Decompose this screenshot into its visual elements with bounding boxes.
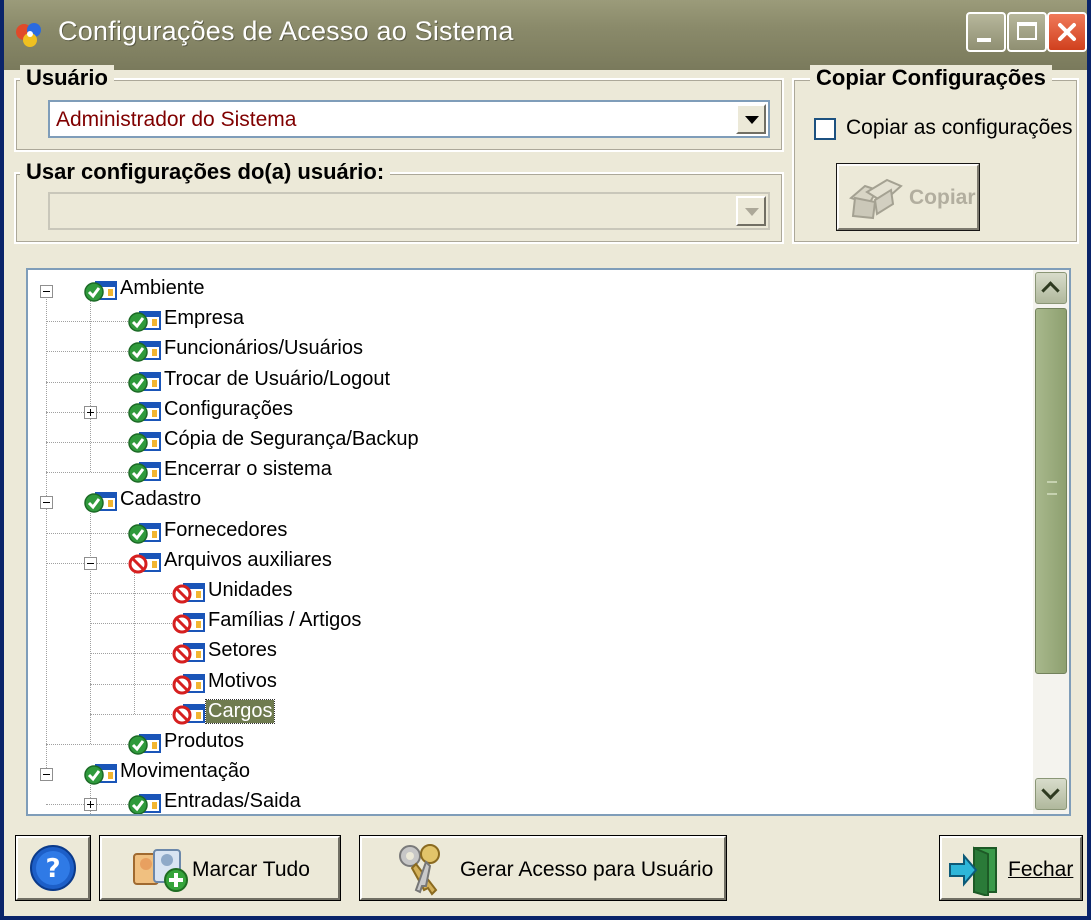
tree-node-label[interactable]: Entradas/Saida	[162, 790, 303, 813]
tree-node-label[interactable]: Movimentação	[118, 760, 252, 783]
green-check-icon	[128, 522, 161, 544]
window-title: Configurações de Acesso ao Sistema	[58, 16, 514, 46]
expand-toggle-icon[interactable]	[84, 405, 97, 419]
expand-toggle-icon[interactable]	[84, 798, 97, 812]
red-prohibited-icon	[172, 703, 205, 725]
scroll-thumb[interactable]	[1035, 308, 1067, 674]
green-check-icon	[84, 281, 117, 302]
tree-node-label[interactable]: Empresa	[162, 307, 246, 330]
title-bar[interactable]: Configurações de Acesso ao Sistema	[4, 0, 1087, 70]
copiar-checkbox-label[interactable]: Copiar as configurações	[846, 116, 1072, 140]
green-check-icon	[128, 432, 161, 453]
tree-node-label[interactable]: Famílias / Artigos	[206, 609, 363, 632]
keys-icon	[399, 844, 440, 896]
main-window: Configurações de Acesso ao Sistema Usuár…	[0, 0, 1091, 920]
collapse-toggle-icon[interactable]	[84, 556, 97, 570]
green-check-icon	[128, 371, 161, 393]
green-check-icon	[128, 401, 161, 423]
usuario-select[interactable]: Administrador do Sistema	[48, 100, 770, 138]
tree-node-label[interactable]: Ambiente	[118, 277, 207, 300]
tree-node-label[interactable]: Configurações	[162, 398, 295, 421]
tree-node-label[interactable]: Motivos	[206, 670, 279, 693]
green-check-icon	[128, 794, 161, 814]
copiar-button[interactable]: Copiar	[836, 163, 980, 231]
permissions-tree[interactable]: Ambiente Empresa Funcionários/Usuários Troc…	[26, 268, 1071, 816]
fechar-button[interactable]: Fechar	[939, 835, 1083, 901]
red-prohibited-icon	[172, 583, 205, 604]
red-prohibited-icon	[172, 643, 205, 664]
copiar-legend: Copiar Configurações	[810, 65, 1052, 91]
tree-node-label[interactable]: Funcionários/Usuários	[162, 337, 365, 360]
help-icon: ?	[30, 845, 76, 891]
gerar-acesso-button[interactable]: Gerar Acesso para Usuário	[359, 835, 727, 901]
tree-connector	[90, 623, 172, 625]
tree-node-label[interactable]: Arquivos auxiliares	[162, 549, 334, 572]
green-check-icon	[84, 492, 117, 514]
tree-connector	[134, 562, 135, 714]
tree-connector	[90, 653, 172, 655]
chevron-down-icon[interactable]	[736, 196, 766, 226]
marcar-tudo-label: Marcar Tudo	[192, 858, 310, 881]
green-check-icon	[128, 734, 161, 755]
close-icon	[1058, 23, 1076, 41]
tree-node-label[interactable]: Fornecedores	[162, 519, 289, 542]
exit-door-icon	[949, 846, 997, 896]
app-icon	[16, 23, 41, 47]
tree-connector	[46, 321, 128, 323]
tree-connector	[46, 351, 128, 353]
users-add-icon	[133, 849, 188, 892]
tree-connector	[90, 593, 172, 594]
chevron-down-icon[interactable]	[736, 104, 766, 134]
help-button[interactable]: ?	[15, 835, 91, 901]
tree-node-label[interactable]: Trocar de Usuário/Logout	[162, 368, 392, 391]
tree-connector	[90, 713, 172, 715]
tree-node-label[interactable]: Unidades	[206, 579, 295, 602]
green-check-icon	[128, 311, 161, 332]
scroll-up-button[interactable]	[1035, 272, 1067, 304]
red-prohibited-icon	[172, 673, 205, 695]
green-check-icon	[128, 341, 161, 363]
bottom-toolbar: ? Marcar Tudo Gerar Acesso para Usuário …	[4, 818, 1087, 916]
maximize-icon	[1017, 22, 1037, 40]
tree-node-label[interactable]: Cópia de Segurança/Backup	[162, 428, 421, 451]
marcar-tudo-button[interactable]: Marcar Tudo	[99, 835, 341, 901]
green-check-icon	[128, 462, 161, 483]
usar-config-select[interactable]	[48, 192, 770, 230]
usuario-select-value: Administrador do Sistema	[56, 108, 297, 131]
usuario-legend: Usuário	[20, 65, 114, 91]
collapse-toggle-icon[interactable]	[40, 496, 53, 510]
tree-connector	[90, 683, 172, 685]
gerar-acesso-label: Gerar Acesso para Usuário	[460, 858, 714, 881]
collapse-toggle-icon[interactable]	[40, 768, 53, 782]
tree-node-label[interactable]: Cargos	[204, 698, 276, 724]
vertical-scrollbar[interactable]	[1033, 270, 1069, 814]
tree-connector	[46, 381, 128, 383]
tree-connector	[46, 744, 128, 745]
copiar-button-label: Copiar	[909, 186, 976, 209]
close-button[interactable]	[1047, 12, 1087, 52]
tree-connector	[46, 442, 128, 443]
usar-config-legend: Usar configurações do(a) usuário:	[20, 159, 391, 185]
minimize-button[interactable]	[966, 12, 1006, 52]
svg-text:?: ?	[45, 854, 60, 884]
minimize-icon	[977, 38, 991, 42]
scroll-down-button[interactable]	[1035, 778, 1067, 810]
fechar-label: Fechar	[1008, 858, 1074, 881]
tree-node-label[interactable]: Cadastro	[118, 488, 203, 511]
collapse-toggle-icon[interactable]	[40, 285, 53, 298]
tree-node-label[interactable]: Setores	[206, 639, 279, 662]
copy-folder-icon	[849, 178, 903, 220]
tree-node-label[interactable]: Encerrar o sistema	[162, 458, 334, 481]
green-check-icon	[84, 764, 117, 785]
grip-icon	[1047, 481, 1057, 495]
tree-connector	[46, 532, 128, 534]
tree-node-label[interactable]: Produtos	[162, 730, 246, 753]
copiar-checkbox[interactable]	[814, 118, 836, 140]
red-prohibited-icon	[128, 552, 161, 574]
maximize-button[interactable]	[1007, 12, 1047, 52]
tree-connector	[46, 472, 128, 474]
red-prohibited-icon	[172, 613, 205, 634]
